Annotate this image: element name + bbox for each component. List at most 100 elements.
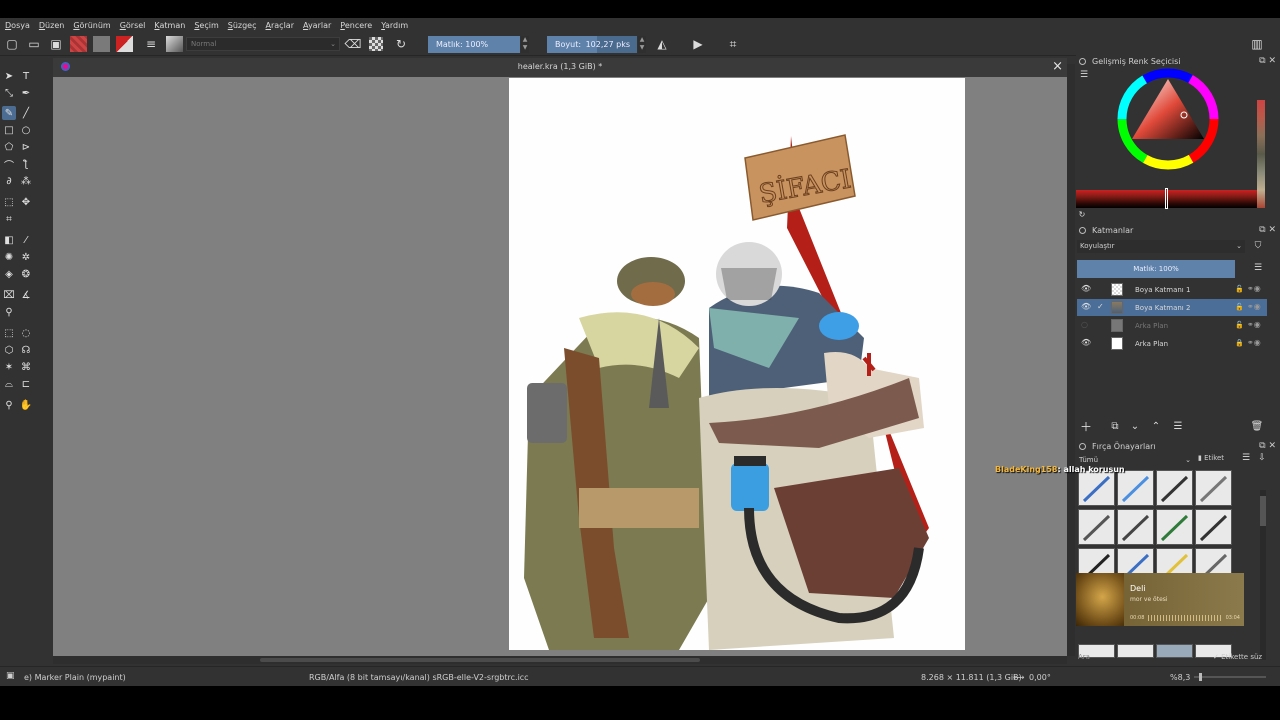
ellipse-tool-icon[interactable]: ○: [19, 123, 33, 137]
brush-preset[interactable]: [1156, 470, 1193, 506]
brush-scrollbar[interactable]: [1260, 490, 1266, 660]
brush-preset-thumbnail[interactable]: [166, 36, 183, 52]
menu-gorsel[interactable]: Görsel: [120, 21, 146, 30]
text-tool-icon[interactable]: T: [19, 69, 33, 83]
opacity-slider[interactable]: Matlık: 100% ▲ ▼: [428, 36, 529, 53]
blend-mode-dropdown[interactable]: Normal ⌄: [186, 37, 340, 51]
zoom-tool-icon[interactable]: ⚲: [2, 398, 16, 412]
ellipse-select-icon[interactable]: ◌: [19, 326, 33, 340]
eye-icon[interactable]: 👁: [1081, 338, 1091, 347]
polyline-tool-icon[interactable]: ⊳: [19, 140, 33, 154]
layer-properties-icon[interactable]: ☰: [1170, 418, 1186, 434]
line-tool-icon[interactable]: ╱: [19, 106, 33, 120]
polygon-select-icon[interactable]: ⬡: [2, 343, 16, 357]
reload-preset-icon[interactable]: ↻: [393, 36, 409, 52]
save-file-icon[interactable]: ▣: [48, 36, 64, 52]
lock-icon[interactable]: 🔓: [1235, 303, 1244, 311]
eye-icon[interactable]: 👁: [1081, 302, 1091, 311]
filter-icon[interactable]: ⛉: [1252, 240, 1264, 252]
lock-icon[interactable]: 🔓: [1235, 321, 1244, 329]
move-tool-icon[interactable]: ✥: [19, 195, 33, 209]
add-layer-icon[interactable]: ＋: [1078, 418, 1094, 434]
zoom-slider[interactable]: [1194, 673, 1266, 681]
layer-row-selected[interactable]: 👁 ✓ Boya Katmanı 2 🔓 ⚭◉: [1077, 299, 1267, 316]
menu-yardim[interactable]: Yardım: [381, 21, 408, 30]
color-picker-icon[interactable]: ⁄: [19, 233, 33, 247]
layer-row[interactable]: 👁 Arka Plan 🔒 ⚭◉: [1077, 335, 1267, 352]
menu-araclar[interactable]: Araçlar: [266, 21, 295, 30]
dynamic-brush-icon[interactable]: ∂: [2, 174, 16, 188]
panel-float-close-icon[interactable]: ⧉ ✕: [1259, 55, 1276, 68]
reference-tool-icon[interactable]: ⚲: [2, 305, 16, 319]
fg-bg-color-swatch[interactable]: [116, 36, 133, 52]
move-layer-up-icon[interactable]: ⌃: [1148, 418, 1164, 434]
brush-import-icon[interactable]: ⇩: [1256, 452, 1268, 464]
duplicate-layer-icon[interactable]: ⧉: [1107, 418, 1123, 434]
brush-preset[interactable]: [1078, 509, 1115, 545]
filter-by-tag-checkbox[interactable]: ✓ Etikette süz: [1213, 653, 1262, 661]
delete-layer-icon[interactable]: 🗑: [1249, 418, 1265, 434]
brush-settings-icon[interactable]: ≡: [143, 36, 159, 52]
scroll-thumb[interactable]: [260, 658, 700, 662]
outline-select-icon[interactable]: ☊: [19, 343, 33, 357]
rotation-icon[interactable]: ⟷: [1013, 673, 1024, 682]
panel-lock-icon[interactable]: [1079, 443, 1086, 450]
gradient-swatch[interactable]: [70, 36, 87, 52]
fill-tool-icon[interactable]: ◈: [2, 267, 16, 281]
multibrush-icon[interactable]: ⁂: [19, 174, 33, 188]
move-layer-down-icon[interactable]: ⌄: [1127, 418, 1143, 434]
close-icon[interactable]: ×: [1052, 59, 1063, 74]
menu-secim[interactable]: Seçim: [194, 21, 218, 30]
contiguous-select-icon[interactable]: ✶: [2, 360, 16, 374]
pattern-swatch[interactable]: [93, 36, 110, 52]
assistant-grid-icon[interactable]: ⌧: [2, 288, 16, 302]
size-spin-arrows[interactable]: ▲ ▼: [638, 36, 646, 53]
mirror-horizontal-icon[interactable]: ◭: [654, 36, 670, 52]
similar-select-icon[interactable]: ⌘: [19, 360, 33, 374]
menu-pencere[interactable]: Pencere: [340, 21, 372, 30]
alpha-icon[interactable]: ⚭◉: [1247, 284, 1261, 293]
checkmark-icon[interactable]: ✓: [1097, 302, 1104, 311]
color-wheel[interactable]: [1116, 67, 1220, 171]
brush-search-field[interactable]: Ara: [1078, 653, 1188, 663]
workspace-switcher-icon[interactable]: ▥: [1249, 36, 1265, 52]
horizontal-scrollbar[interactable]: [53, 656, 1067, 664]
scroll-thumb[interactable]: [1260, 496, 1266, 526]
rectangle-tool-icon[interactable]: □: [2, 123, 16, 137]
crop-tool-icon[interactable]: ⌗: [2, 212, 16, 226]
alpha-icon[interactable]: ⚭◉: [1247, 302, 1261, 311]
magnetic-select-icon[interactable]: ⊏: [19, 377, 33, 391]
transform-tool-icon[interactable]: ⬚: [2, 195, 16, 209]
size-slider[interactable]: Boyut: 102,27 pks ▲ ▼: [547, 36, 646, 53]
layer-row[interactable]: ○ Arka Plan 🔓 ⚭◉: [1077, 317, 1267, 334]
alpha-icon[interactable]: ⚭◉: [1247, 320, 1261, 329]
menu-duzen[interactable]: Düzen: [39, 21, 64, 30]
gradient-tool-icon[interactable]: ◧: [2, 233, 16, 247]
alpha-lock-icon[interactable]: [369, 37, 383, 51]
color-strip-cursor[interactable]: [1165, 188, 1168, 209]
lock-icon[interactable]: 🔓: [1235, 285, 1244, 293]
opacity-spin-arrows[interactable]: ▲ ▼: [521, 36, 529, 53]
eye-hidden-icon[interactable]: ○: [1081, 320, 1088, 329]
menu-gorunum[interactable]: Görünüm: [73, 21, 110, 30]
brush-preset[interactable]: [1195, 470, 1232, 506]
panel-float-close-icon[interactable]: ⧉ ✕: [1259, 224, 1276, 237]
drawing-canvas[interactable]: ŞİFACI: [509, 78, 965, 650]
tag-button[interactable]: ▮ Etiket: [1198, 454, 1224, 462]
edit-shapes-icon[interactable]: ⤡: [2, 86, 16, 100]
brush-preset[interactable]: [1195, 509, 1232, 545]
refresh-icon[interactable]: ↻: [1077, 209, 1087, 219]
brush-preset[interactable]: [1156, 509, 1193, 545]
polygon-tool-icon[interactable]: ⬠: [2, 140, 16, 154]
layer-menu-icon[interactable]: ☰: [1252, 262, 1264, 274]
smart-patch-icon[interactable]: ✺: [2, 250, 16, 264]
menu-katman[interactable]: Katman: [154, 21, 185, 30]
panel-lock-icon[interactable]: [1079, 227, 1086, 234]
brush-preset[interactable]: [1117, 509, 1154, 545]
eraser-icon[interactable]: ⌫: [345, 36, 362, 52]
color-history-strip[interactable]: [1257, 100, 1265, 208]
layer-row[interactable]: 👁 Boya Katmanı 1 🔓 ⚭◉: [1077, 281, 1267, 298]
vertical-scrollbar[interactable]: [1067, 64, 1075, 656]
enclose-fill-icon[interactable]: ❂: [19, 267, 33, 281]
panel-lock-icon[interactable]: [1079, 58, 1086, 65]
